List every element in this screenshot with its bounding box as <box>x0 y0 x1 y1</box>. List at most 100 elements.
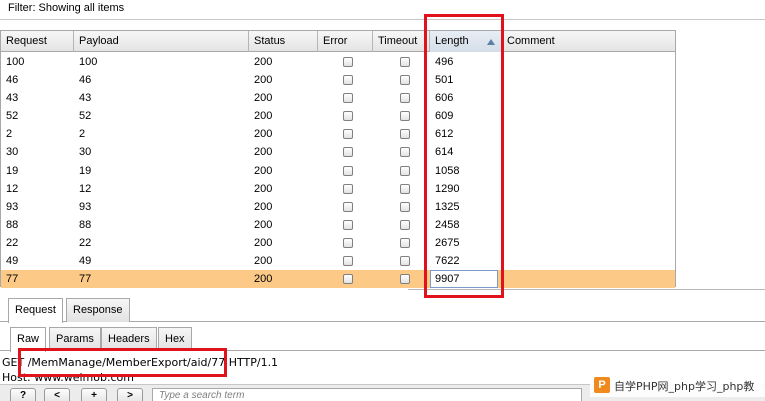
payload-cell: 12 <box>79 182 92 195</box>
payload-cell: 100 <box>79 56 98 68</box>
status-cell: 200 <box>254 56 273 68</box>
status-cell: 200 <box>254 273 273 286</box>
request-path-highlight <box>18 348 227 377</box>
table-header: Request Payload Status Error Timeout Len… <box>1 31 675 52</box>
status-cell: 200 <box>254 74 273 87</box>
error-checkbox[interactable] <box>343 219 353 230</box>
length-column-highlight <box>424 14 504 298</box>
column-header-timeout[interactable]: Timeout <box>373 31 430 52</box>
tab-response[interactable]: Response <box>66 298 130 322</box>
table-row[interactable]: 43 43 200 606 <box>1 89 675 107</box>
timeout-checkbox[interactable] <box>400 219 410 230</box>
column-header-error[interactable]: Error <box>318 31 373 52</box>
payload-cell: 2 <box>79 128 86 141</box>
timeout-checkbox[interactable] <box>400 129 410 140</box>
error-checkbox[interactable] <box>343 111 353 122</box>
status-cell: 200 <box>254 92 273 105</box>
watermark: P 自学PHP网_php学习_php教 <box>590 373 765 397</box>
payload-cell: 77 <box>79 273 92 286</box>
error-checkbox[interactable] <box>343 183 353 194</box>
column-header-comment[interactable]: Comment <box>502 31 675 52</box>
filter-label: Filter: Showing all items <box>8 2 125 14</box>
table-row[interactable]: 77 77 200 9907 <box>1 270 675 289</box>
request-cell: 12 <box>6 182 19 195</box>
payload-cell: 93 <box>79 200 92 213</box>
add-button[interactable]: + <box>81 388 107 401</box>
tab-request[interactable]: Request <box>8 298 63 323</box>
error-checkbox[interactable] <box>343 274 353 285</box>
error-checkbox[interactable] <box>343 165 353 176</box>
status-cell: 200 <box>254 164 273 177</box>
request-cell: 88 <box>6 218 19 231</box>
table-body: 100 100 200 496 46 46 200 501 43 43 200 606 52 52 200 6… <box>1 53 675 289</box>
status-cell: 200 <box>254 146 273 159</box>
table-row[interactable]: 30 30 200 614 <box>1 143 675 161</box>
request-cell: 77 <box>6 273 19 286</box>
timeout-checkbox[interactable] <box>400 201 410 212</box>
payload-cell: 88 <box>79 218 92 231</box>
timeout-checkbox[interactable] <box>400 165 410 176</box>
payload-cell: 46 <box>79 74 92 87</box>
filter-bar[interactable]: Filter: Showing all items <box>0 0 765 20</box>
timeout-checkbox[interactable] <box>400 75 410 86</box>
search-input[interactable]: Type a search term <box>152 388 582 401</box>
request-cell: 100 <box>6 56 25 68</box>
error-checkbox[interactable] <box>343 129 353 140</box>
timeout-checkbox[interactable] <box>400 237 410 248</box>
request-cell: 49 <box>6 255 19 268</box>
table-row[interactable]: 93 93 200 1325 <box>1 198 675 216</box>
status-cell: 200 <box>254 110 273 123</box>
timeout-checkbox[interactable] <box>400 147 410 158</box>
watermark-text: 自学PHP网_php学习_php教 <box>614 380 755 393</box>
timeout-checkbox[interactable] <box>400 274 410 285</box>
timeout-checkbox[interactable] <box>400 256 410 267</box>
payload-cell: 43 <box>79 92 92 105</box>
request-cell: 30 <box>6 146 19 159</box>
error-checkbox[interactable] <box>343 75 353 86</box>
status-cell: 200 <box>254 182 273 195</box>
table-row[interactable]: 2 2 200 612 <box>1 125 675 143</box>
error-checkbox[interactable] <box>343 256 353 267</box>
request-cell: 19 <box>6 164 19 177</box>
timeout-checkbox[interactable] <box>400 111 410 122</box>
table-row[interactable]: 19 19 200 1058 <box>1 162 675 180</box>
column-header-payload[interactable]: Payload <box>74 31 249 52</box>
payload-cell: 49 <box>79 255 92 268</box>
next-button[interactable]: > <box>117 388 143 401</box>
table-row[interactable]: 100 100 200 496 <box>1 53 675 71</box>
help-button[interactable]: ? <box>10 388 36 401</box>
watermark-logo-icon: P <box>594 377 610 393</box>
column-header-request[interactable]: Request <box>1 31 74 52</box>
request-cell: 43 <box>6 92 19 105</box>
table-row[interactable]: 49 49 200 7622 <box>1 252 675 270</box>
table-row[interactable]: 52 52 200 609 <box>1 107 675 125</box>
table-row[interactable]: 88 88 200 2458 <box>1 216 675 234</box>
table-row[interactable]: 46 46 200 501 <box>1 71 675 89</box>
error-checkbox[interactable] <box>343 201 353 212</box>
error-checkbox[interactable] <box>343 57 353 67</box>
request-cell: 22 <box>6 236 19 249</box>
previous-button[interactable]: < <box>44 388 70 401</box>
payload-cell: 19 <box>79 164 92 177</box>
column-header-status[interactable]: Status <box>249 31 318 52</box>
results-table: Request Payload Status Error Timeout Len… <box>0 30 676 289</box>
status-cell: 200 <box>254 236 273 249</box>
payload-cell: 22 <box>79 236 92 249</box>
status-cell: 200 <box>254 255 273 268</box>
error-checkbox[interactable] <box>343 147 353 158</box>
table-row[interactable]: 12 12 200 1290 <box>1 180 675 198</box>
timeout-checkbox[interactable] <box>400 57 410 67</box>
timeout-checkbox[interactable] <box>400 183 410 194</box>
timeout-checkbox[interactable] <box>400 93 410 104</box>
status-cell: 200 <box>254 128 273 141</box>
request-cell: 52 <box>6 110 19 123</box>
message-tabs: Request Response <box>0 298 765 323</box>
status-cell: 200 <box>254 200 273 213</box>
request-cell: 93 <box>6 200 19 213</box>
payload-cell: 52 <box>79 110 92 123</box>
request-cell: 46 <box>6 74 19 87</box>
error-checkbox[interactable] <box>343 237 353 248</box>
table-row[interactable]: 22 22 200 2675 <box>1 234 675 252</box>
error-checkbox[interactable] <box>343 93 353 104</box>
request-cell: 2 <box>6 128 13 141</box>
